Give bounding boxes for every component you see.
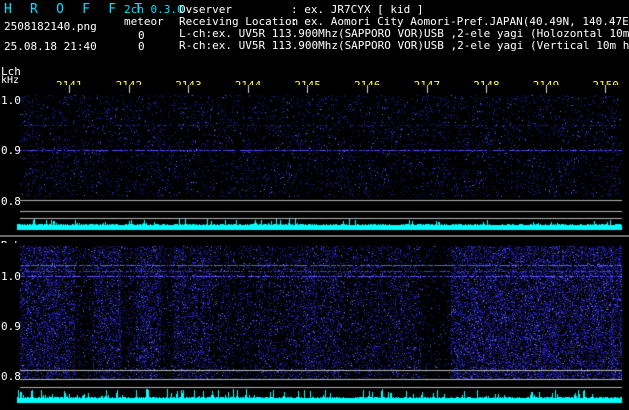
observer-label: Ovserver — [179, 3, 232, 16]
mode-label: 2ch 0.3.0 — [124, 3, 184, 16]
hroft-spectrogram-window: H R O F F T 2ch 0.3.0 2508182140.png met… — [0, 0, 629, 410]
rch-info: R-ch:ex. UV5R 113.900Mhz(SAPPORO VOR)USB… — [179, 39, 629, 52]
y-tick-label: 1.0 — [1, 270, 21, 283]
lch-spectrogram — [0, 85, 629, 233]
lch-info: L-ch:ex. UV5R 113.900Mhz(SAPPORO VOR)USB… — [179, 27, 629, 40]
y-tick-label: 0.9 — [1, 144, 21, 157]
location-value: : ex. Aomori City Aomori-Pref.JAPAN(40.4… — [291, 15, 629, 28]
channel-separator — [0, 235, 629, 237]
filename-label: 2508182140.png — [4, 20, 97, 33]
y-tick-label: 0.8 — [1, 370, 21, 383]
observer-value: : ex. JR7CYX [ kid ] — [291, 3, 424, 16]
location-label: Receiving Location — [179, 15, 299, 28]
rch-count: 0 — [138, 40, 145, 53]
category-label: meteor — [124, 15, 164, 28]
y-tick-label: 0.9 — [1, 320, 21, 333]
y-tick-label: 1.0 — [1, 94, 21, 107]
y-tick-label: 0.8 — [1, 195, 21, 208]
datetime-label: 25.08.18 21:40 — [4, 40, 97, 53]
rch-spectrogram — [0, 243, 629, 410]
